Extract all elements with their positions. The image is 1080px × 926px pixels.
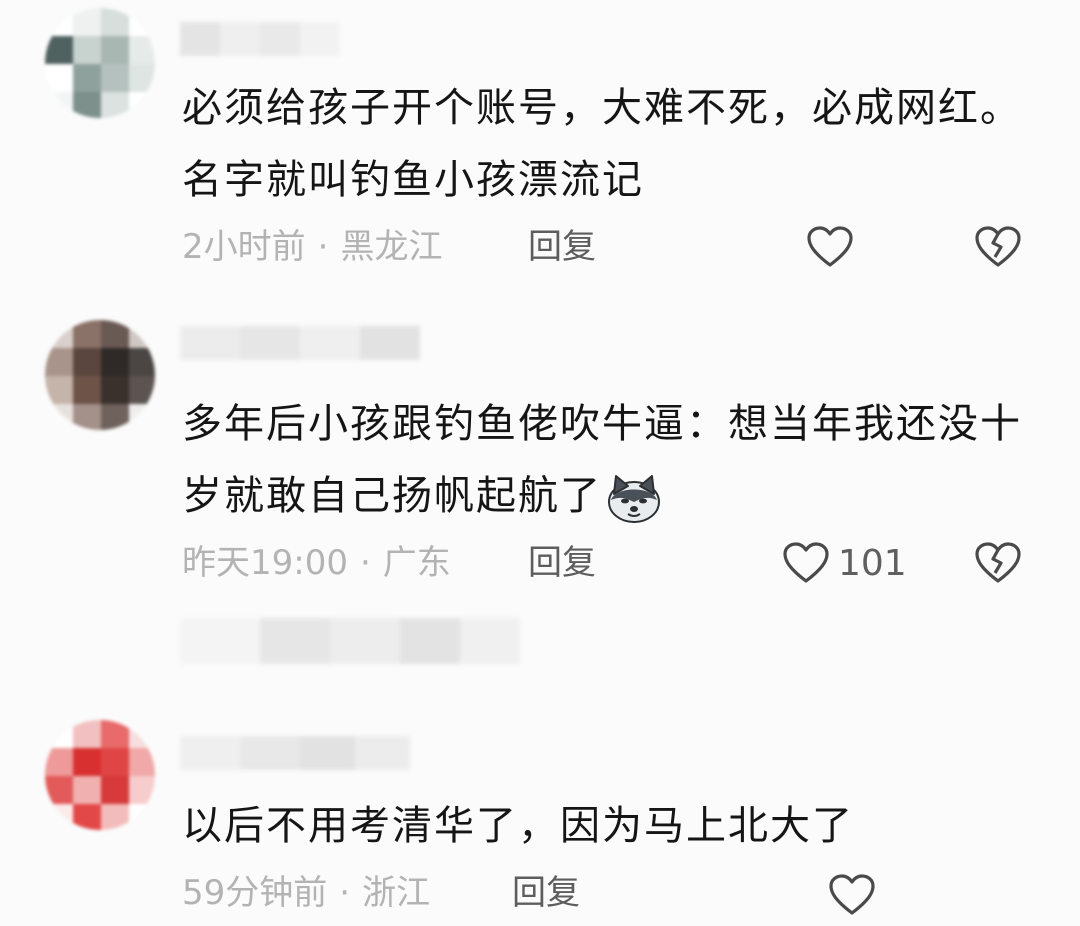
comment-time: 昨天19:00 [182,543,348,583]
heart-outline-icon [829,874,875,915]
comment-location: 黑龙江 [340,227,443,267]
dog-emoji-icon [608,475,660,523]
heart-outline-icon [783,542,829,583]
comment-text: 以后不用考清华了，因为马上北大了 [182,803,854,849]
comment-item: 以后不用考清华了，因为马上北大了 59分钟前 · 浙江 回复 [0,700,1080,926]
blurred-reply-row[interactable] [180,618,520,664]
like-count: 101 [838,542,907,584]
reply-button[interactable]: 回复 [512,868,580,918]
username-blurred[interactable] [180,326,420,360]
avatar[interactable] [45,8,155,118]
broken-heart-icon[interactable] [974,541,1022,585]
comment-time: 59分钟前 [182,873,328,913]
broken-heart-icon[interactable] [974,225,1022,269]
comment-location: 浙江 [362,873,431,913]
like-button[interactable]: 101 [782,538,907,588]
comment-item: 多年后小孩跟钓鱼佬吹牛逼：想当年我还没十岁就敢自己扬帆起航了 昨天19:00 · 广… [0,300,1080,600]
like-button[interactable] [828,870,876,920]
heart-outline-icon [807,226,853,267]
comment-text: 必须给孩子开个账号，大难不死，必成网红。名字就叫钓鱼小孩漂流记 [182,85,1022,203]
comment-text-content: 多年后小孩跟钓鱼佬吹牛逼：想当年我还没十岁就敢自己扬帆起航了 [182,401,1022,519]
separator-dot: · [339,873,351,913]
like-button[interactable] [806,222,854,272]
comment-item: 必须给孩子开个账号，大难不死，必成网红。名字就叫钓鱼小孩漂流记 2小时前 · 黑龙江… [0,0,1080,300]
comment-text: 多年后小孩跟钓鱼佬吹牛逼：想当年我还没十岁就敢自己扬帆起航了 [182,388,1022,532]
separator-dot: · [359,543,371,583]
reply-button[interactable]: 回复 [528,222,596,272]
comment-meta: 2小时前 · 黑龙江 [182,222,442,272]
reply-button[interactable]: 回复 [528,538,596,588]
comment-time: 2小时前 [182,227,306,267]
comment-meta: 昨天19:00 · 广东 [182,538,451,588]
avatar[interactable] [45,720,155,830]
username-blurred[interactable] [180,22,340,56]
comment-location: 广东 [382,543,451,583]
username-blurred[interactable] [180,736,410,770]
avatar[interactable] [45,320,155,430]
comment-meta: 59分钟前 · 浙江 [182,868,430,918]
separator-dot: · [317,227,329,267]
